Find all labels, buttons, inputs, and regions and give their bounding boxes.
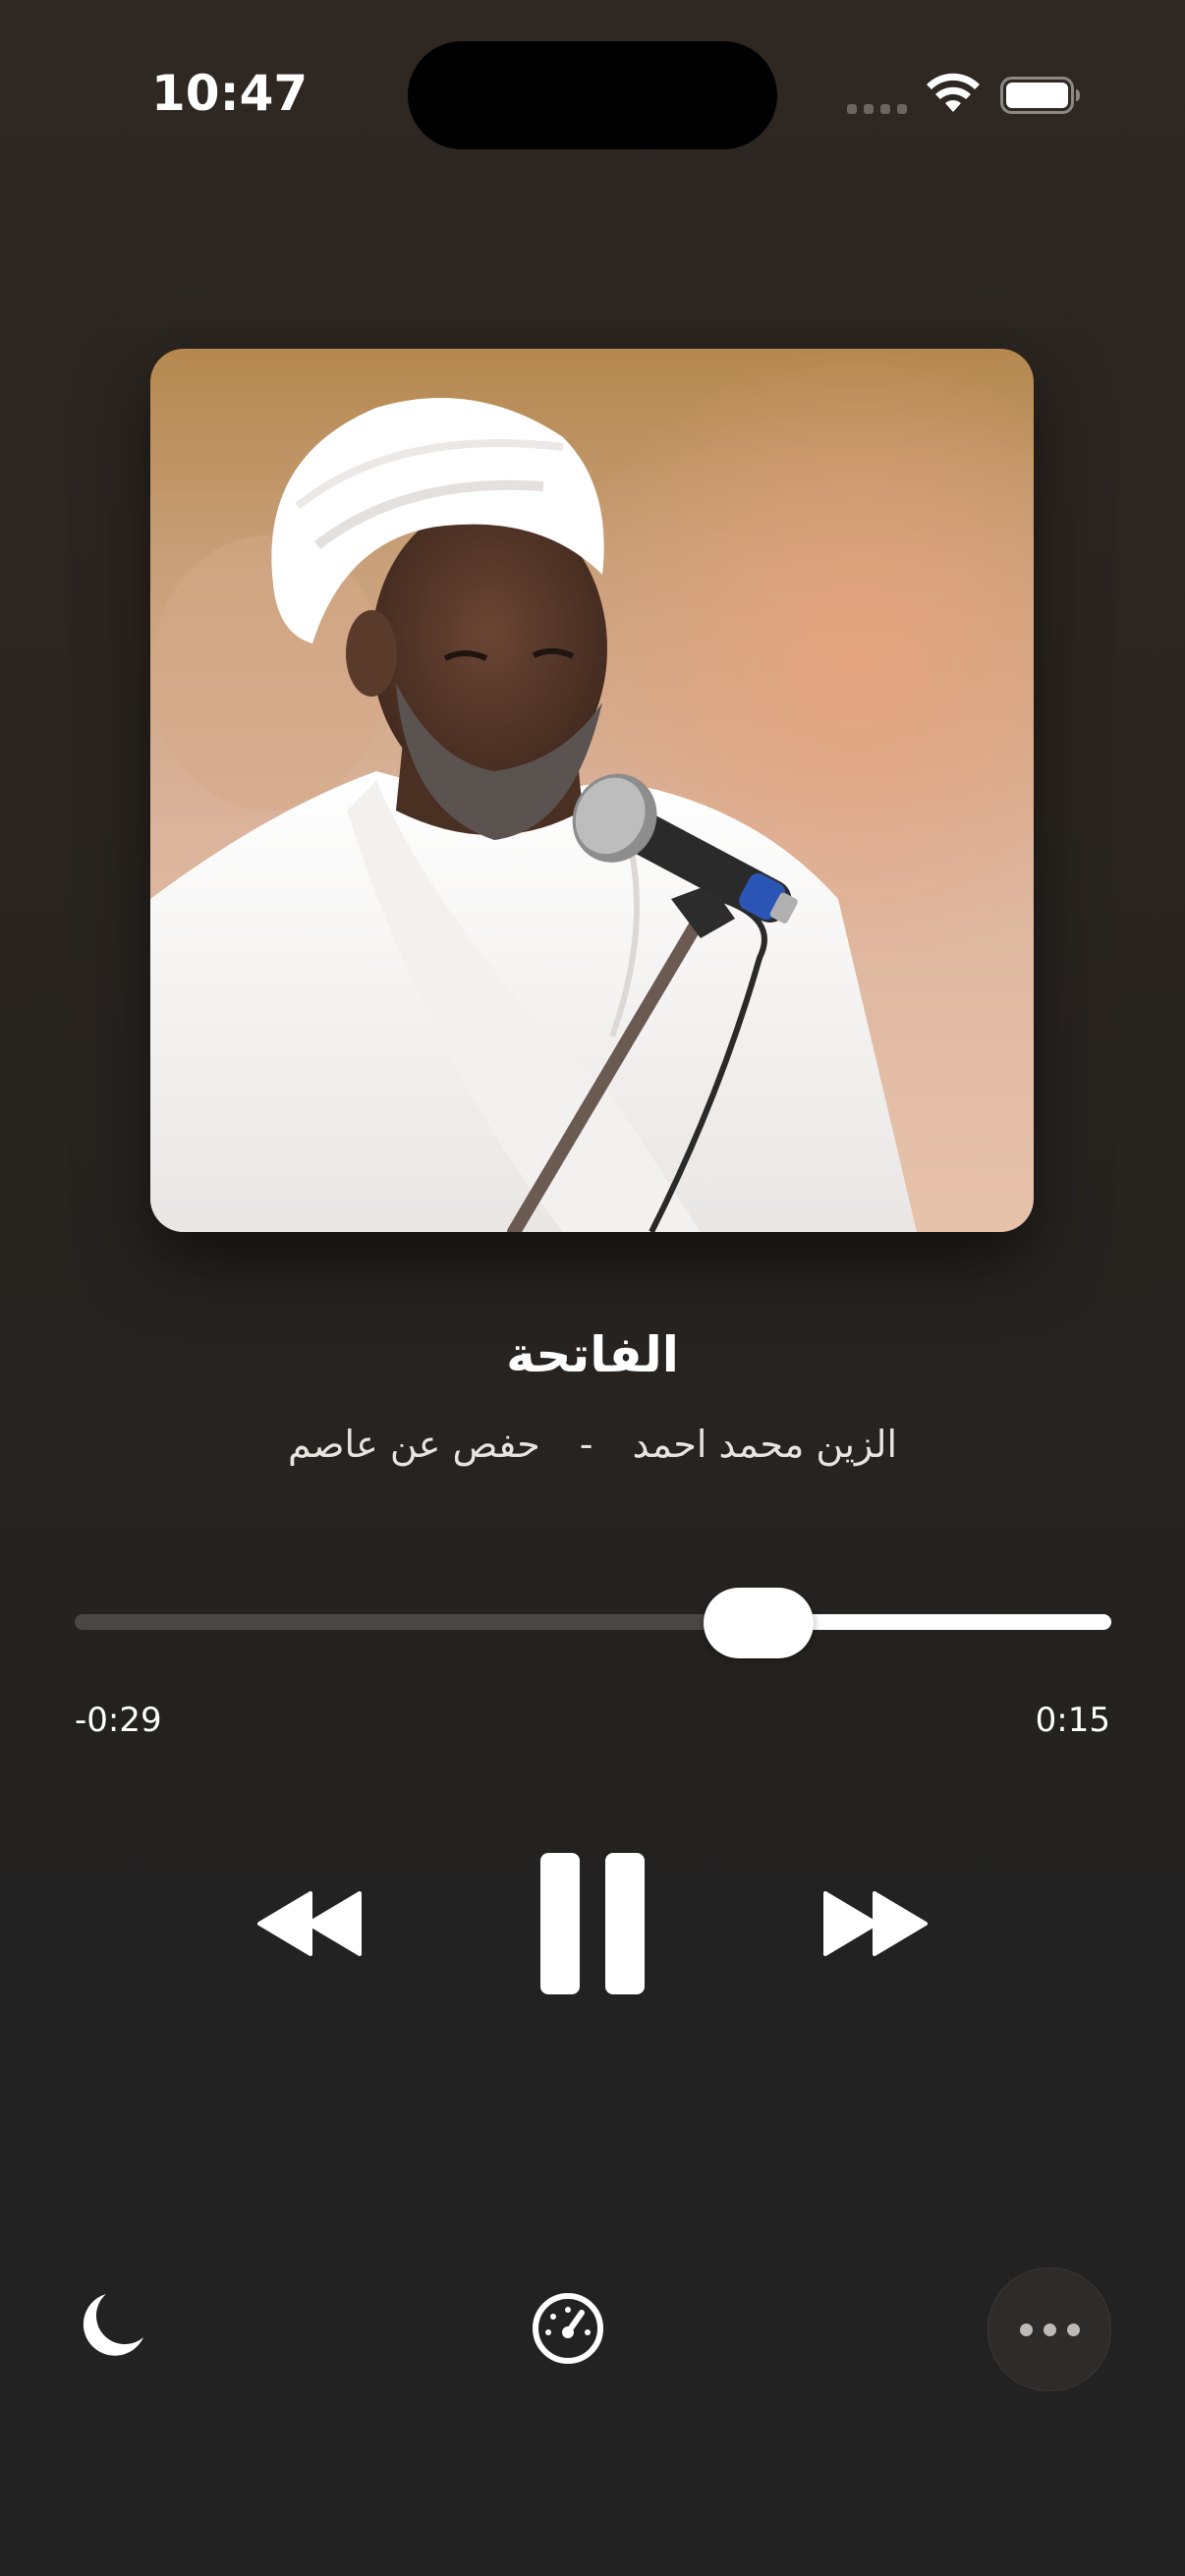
time-elapsed: 0:15 — [1035, 1701, 1110, 1740]
reciter-name[interactable]: الزين محمد احمد — [633, 1423, 898, 1466]
ellipsis-icon[interactable] — [988, 2268, 1111, 2391]
wifi-icon — [927, 73, 980, 112]
cellular-signal-icon — [847, 104, 907, 114]
track-subtitle[interactable]: الزين محمد احمد-حفص عن عاصم — [0, 1423, 1185, 1466]
forward-icon[interactable] — [821, 1891, 930, 1956]
battery-icon — [1000, 77, 1080, 114]
progress-slider[interactable] — [75, 1614, 1111, 1630]
dynamic-island — [408, 41, 777, 149]
riwaya-name: حفص عن عاصم — [287, 1423, 540, 1466]
track-title: الفاتحة — [506, 1326, 679, 1383]
moon-icon[interactable] — [77, 2290, 147, 2361]
subtitle-separator: - — [579, 1423, 593, 1466]
album-artwork — [150, 349, 1034, 1232]
status-time: 10:47 — [151, 65, 309, 122]
speedometer-icon[interactable] — [531, 2291, 605, 2366]
pause-icon[interactable] — [538, 1851, 647, 1996]
backward-icon[interactable] — [255, 1891, 364, 1956]
reciter-portrait-image — [150, 349, 1034, 1232]
progress-thumb[interactable] — [704, 1588, 815, 1658]
time-remaining: -0:29 — [75, 1701, 162, 1740]
